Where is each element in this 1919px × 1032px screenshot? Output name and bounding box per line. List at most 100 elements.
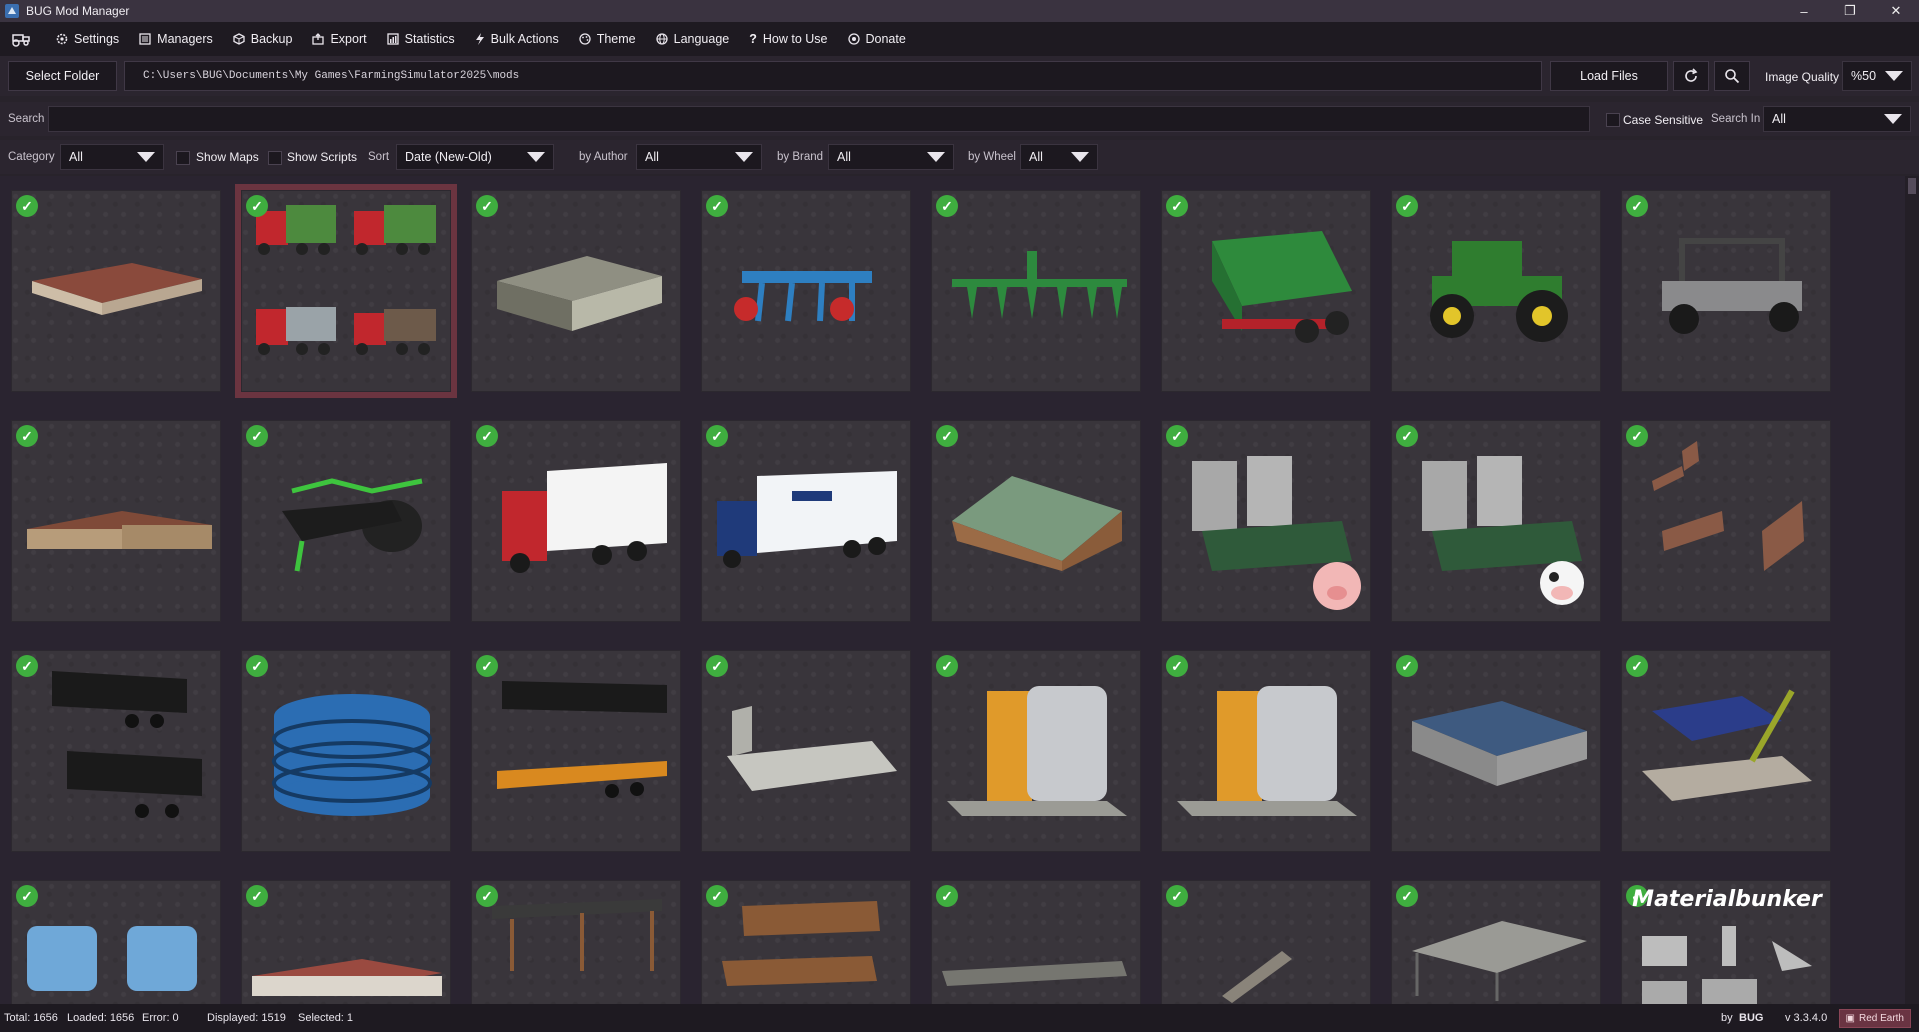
menu-statistics[interactable]: Statistics (377, 22, 465, 56)
mod-grid: ✓ ✓ ✓ ✓ ✓ ✓ ✓ ✓ ✓ ✓ ✓ ✓ ✓ ✓ ✓ ✓ ✓ ✓ ✓ ✓ … (0, 176, 1905, 1004)
shed-thumbnail (32, 263, 202, 315)
mod-card[interactable]: ✓ (931, 190, 1141, 392)
mod-card[interactable]: ✓ (471, 650, 681, 852)
minimize-button[interactable]: – (1781, 0, 1827, 22)
mod-card[interactable]: ✓ (11, 880, 221, 1004)
mod-card[interactable]: ✓ (471, 880, 681, 1004)
check-icon: ✓ (476, 195, 498, 217)
mod-card[interactable]: ✓ (701, 880, 911, 1004)
search-input[interactable] (48, 106, 1590, 132)
show-maps-checkbox[interactable] (176, 151, 190, 165)
selected-count: Selected: 1 (298, 1012, 354, 1024)
category-select[interactable]: All (60, 144, 164, 170)
load-files-button[interactable]: Load Files (1550, 61, 1668, 91)
menu-how-to-use[interactable]: ? How to Use (739, 22, 837, 56)
spreader-thumbnail (1212, 231, 1352, 343)
search-bar: Search Case Sensitive Search In All (0, 102, 1919, 136)
barn-thumbnail (1412, 701, 1587, 786)
mod-card[interactable]: ✓ (241, 880, 451, 1004)
mod-card[interactable]: ✓ (1391, 190, 1601, 392)
chevron-down-icon (927, 152, 945, 162)
maximize-button[interactable]: ❐ (1827, 0, 1873, 22)
mod-card[interactable]: ✓ (1161, 880, 1371, 1004)
mod-card[interactable]: ✓ (1621, 650, 1831, 852)
menu-theme[interactable]: Theme (569, 22, 646, 56)
category-value: All (69, 150, 83, 164)
search-in-select[interactable]: All (1763, 106, 1911, 132)
mod-card[interactable]: ✓ (1391, 880, 1601, 1004)
mod-card[interactable]: ✓ (931, 880, 1141, 1004)
mod-card[interactable]: ✓ (1161, 420, 1371, 622)
sort-select[interactable]: Date (New-Old) (396, 144, 554, 170)
weights-thumbnail (27, 926, 197, 991)
menu-donate[interactable]: Donate (838, 22, 916, 56)
mod-card[interactable]: ✓ (701, 650, 911, 852)
loaded-count: Loaded: 1656 (67, 1012, 135, 1024)
mod-card[interactable]: ✓ (11, 190, 221, 392)
mod-card[interactable]: ✓ (1391, 420, 1601, 622)
mod-card[interactable]: ✓ (241, 420, 451, 622)
farmhouse-thumbnail (952, 476, 1122, 571)
menu-settings[interactable]: Settings (46, 22, 129, 56)
case-sensitive-checkbox[interactable] (1606, 113, 1620, 127)
mod-card[interactable]: ✓ (11, 650, 221, 852)
mulcher-thumbnail (282, 478, 423, 572)
mod-card-selected[interactable]: ✓ (235, 184, 457, 398)
image-quality-select[interactable]: %50 (1842, 61, 1912, 91)
author-select[interactable]: All (636, 144, 762, 170)
mod-card[interactable]: ✓ (701, 420, 911, 622)
mod-card[interactable]: ✓ Materialbunker (1621, 880, 1831, 1004)
menu-backup[interactable]: Backup (223, 22, 303, 56)
mod-card[interactable]: ✓ (1161, 190, 1371, 392)
mod-card[interactable]: ✓ (1391, 650, 1601, 852)
donate-icon (847, 33, 860, 45)
wheel-select[interactable]: All (1020, 144, 1098, 170)
check-icon: ✓ (706, 195, 728, 217)
menu-export[interactable]: Export (302, 22, 376, 56)
vertical-scrollbar[interactable] (1905, 176, 1919, 1004)
flatbed-trailers-thumbnail (497, 681, 667, 798)
chevron-down-icon (137, 152, 155, 162)
mod-card[interactable]: ✓ (1161, 650, 1371, 852)
brand-select[interactable]: All (828, 144, 954, 170)
concrete-thumbnail (942, 961, 1127, 986)
mod-card[interactable]: ✓ (701, 190, 911, 392)
menu-bulk-actions[interactable]: Bulk Actions (465, 22, 569, 56)
mod-card[interactable]: ✓ (931, 420, 1141, 622)
theme-name: Red Earth (1858, 1013, 1904, 1024)
search-icon (1725, 69, 1740, 84)
mod-card[interactable]: ✓ (1621, 420, 1831, 622)
check-icon: ✓ (246, 655, 268, 677)
folder-path-field[interactable]: C:\Users\BUG\Documents\My Games\FarmingS… (124, 61, 1542, 91)
check-icon: ✓ (16, 195, 38, 217)
refresh-icon (1685, 68, 1698, 82)
scrollbar-thumb[interactable] (1908, 178, 1916, 194)
check-icon: ✓ (1626, 425, 1648, 447)
close-button[interactable]: ✕ (1873, 0, 1919, 22)
total-count: Total: 1656 (4, 1012, 58, 1024)
mod-card[interactable]: ✓ (471, 190, 681, 392)
chart-icon (386, 33, 399, 45)
menu-label: Backup (250, 32, 293, 46)
theme-badge[interactable]: ▣ Red Earth (1838, 1009, 1911, 1028)
check-icon: ✓ (1626, 655, 1648, 677)
check-icon: ✓ (1396, 655, 1418, 677)
show-scripts-checkbox[interactable] (268, 151, 282, 165)
check-icon: ✓ (936, 885, 958, 907)
hall-thumbnail (497, 256, 662, 331)
mod-card[interactable]: ✓ (1621, 190, 1831, 392)
mod-card[interactable]: ✓ (931, 650, 1141, 852)
mod-card[interactable]: ✓ (11, 420, 221, 622)
tractor-icon[interactable] (10, 28, 32, 50)
chevron-down-icon (1885, 71, 1903, 81)
mod-card[interactable]: ✓ (471, 420, 681, 622)
refresh-button[interactable] (1673, 61, 1709, 91)
menu-managers[interactable]: Managers (129, 22, 223, 56)
menu-language[interactable]: Language (646, 22, 740, 56)
menu-label: Donate (865, 32, 906, 46)
select-folder-button[interactable]: Select Folder (8, 61, 117, 91)
mod-card[interactable]: ✓ (241, 650, 451, 852)
check-icon: ✓ (936, 425, 958, 447)
search-button[interactable] (1714, 61, 1750, 91)
check-icon: ✓ (1166, 885, 1188, 907)
